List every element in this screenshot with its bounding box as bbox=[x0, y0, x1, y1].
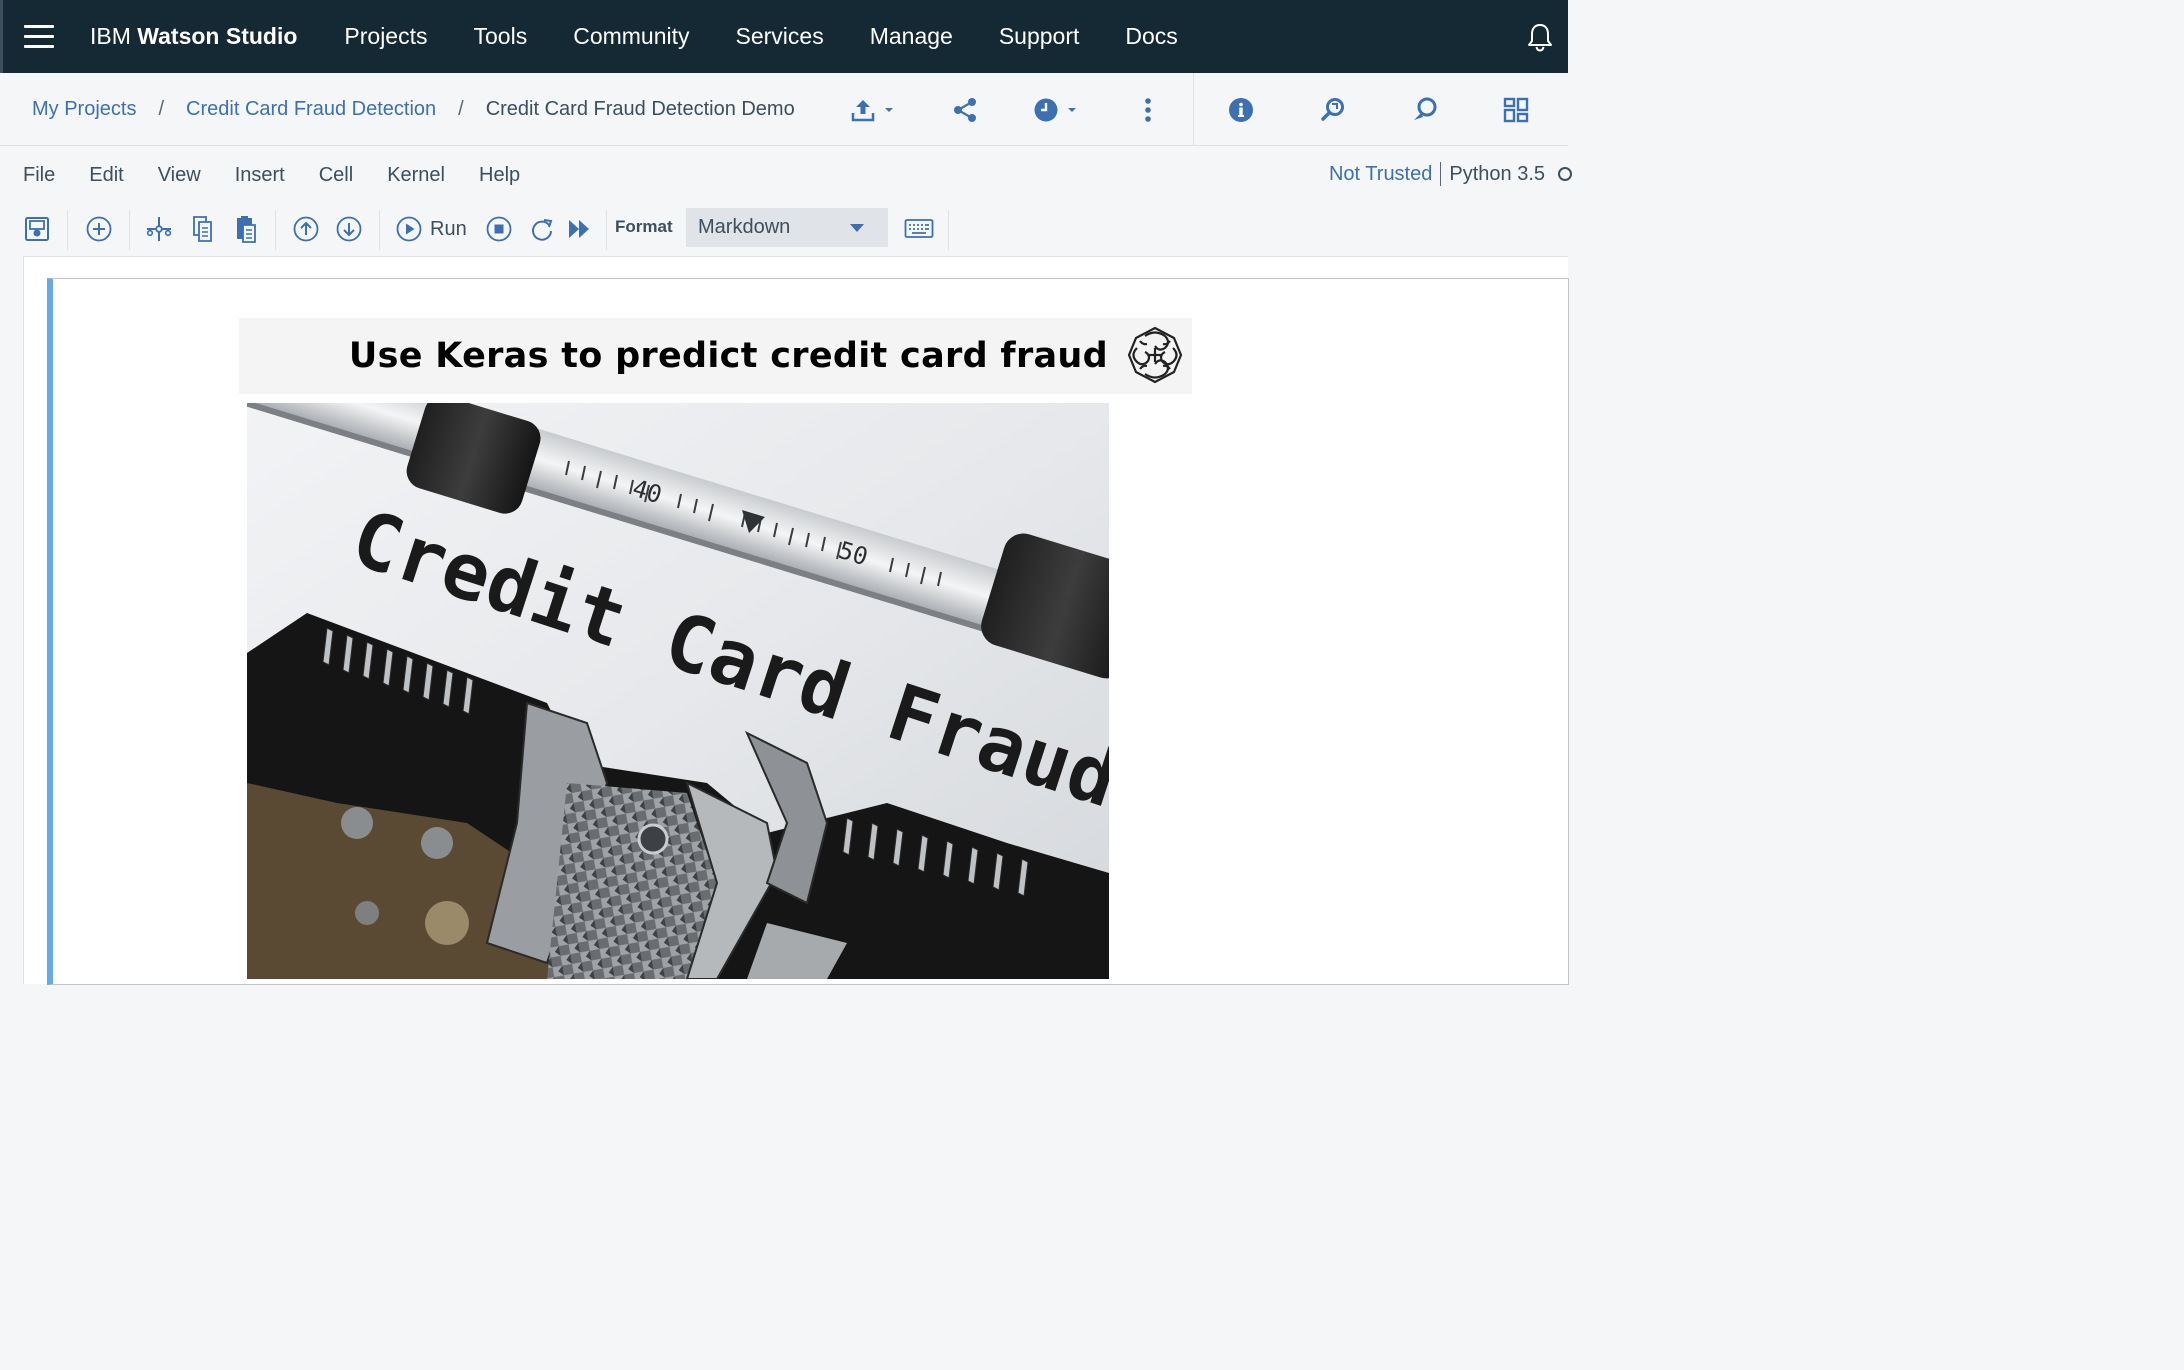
nav-projects[interactable]: Projects bbox=[321, 23, 450, 50]
main-nav-links: Projects Tools Community Services Manage… bbox=[321, 23, 1200, 50]
upload-icon bbox=[851, 100, 875, 122]
notebook-area: Use Keras to predict credit card fraud 4… bbox=[23, 256, 1569, 985]
chevron-down-icon bbox=[885, 108, 893, 112]
nav-support[interactable]: Support bbox=[976, 23, 1103, 50]
share-icon bbox=[954, 98, 976, 122]
restart-kernel-button[interactable] bbox=[527, 212, 557, 246]
breadcrumb-separator: / bbox=[158, 97, 165, 120]
brand-bold: Watson Studio bbox=[137, 23, 298, 49]
more-options-button[interactable] bbox=[1140, 95, 1156, 125]
data-panel-icon bbox=[1503, 97, 1529, 123]
menu-cell[interactable]: Cell bbox=[319, 164, 353, 187]
version-history-button[interactable] bbox=[1033, 95, 1079, 125]
divider bbox=[1440, 162, 1442, 186]
copy-icon bbox=[193, 216, 212, 242]
nav-community[interactable]: Community bbox=[550, 23, 712, 50]
data-panel-button[interactable] bbox=[1503, 95, 1529, 125]
markdown-cell[interactable]: Use Keras to predict credit card fraud 4… bbox=[47, 278, 1569, 985]
upload-button[interactable] bbox=[850, 95, 896, 125]
top-navigation-bar: IBM Watson Studio Projects Tools Communi… bbox=[0, 0, 1568, 73]
keyboard-shortcuts-button[interactable] bbox=[902, 212, 936, 246]
menu-kernel[interactable]: Kernel bbox=[387, 164, 445, 187]
nav-services[interactable]: Services bbox=[713, 23, 847, 50]
divider bbox=[129, 210, 130, 250]
divider bbox=[948, 210, 949, 250]
menu-edit[interactable]: Edit bbox=[89, 164, 123, 187]
brand-title[interactable]: IBM Watson Studio bbox=[90, 23, 297, 50]
trust-indicator[interactable]: Not Trusted bbox=[1329, 163, 1432, 186]
cell-type-select[interactable]: Markdown bbox=[686, 208, 888, 247]
bell-icon[interactable] bbox=[1526, 22, 1554, 52]
copy-button[interactable] bbox=[188, 212, 218, 246]
run-label: Run bbox=[430, 217, 467, 240]
divider bbox=[275, 210, 276, 250]
add-cell-icon bbox=[86, 216, 112, 242]
info-button[interactable] bbox=[1228, 95, 1254, 125]
interrupt-kernel-button[interactable] bbox=[484, 212, 514, 246]
keyboard-icon bbox=[904, 219, 934, 238]
credit-card-fraud-image: 40 50 Credit Card Fraud bbox=[247, 403, 1109, 979]
run-all-button[interactable] bbox=[564, 212, 594, 246]
notebook-toolbar: Run Format Markdown bbox=[0, 204, 1568, 254]
share-button[interactable] bbox=[952, 95, 978, 125]
breadcrumb-separator: / bbox=[458, 97, 464, 120]
info-icon bbox=[1229, 98, 1253, 122]
divider bbox=[67, 210, 68, 250]
divider bbox=[1193, 73, 1194, 146]
menu-view[interactable]: View bbox=[158, 164, 201, 187]
brand-prefix: IBM bbox=[90, 23, 131, 49]
chat-icon bbox=[1414, 97, 1437, 120]
chevron-down-icon bbox=[850, 224, 864, 232]
paste-button[interactable] bbox=[231, 212, 261, 246]
breadcrumb-notebook: Credit Card Fraud Detection Demo bbox=[485, 97, 795, 120]
paste-icon bbox=[237, 216, 256, 243]
run-button[interactable]: Run bbox=[396, 212, 474, 246]
cell-header: Use Keras to predict credit card fraud bbox=[239, 318, 1192, 394]
kernel-name: Python 3.5 bbox=[1449, 162, 1545, 185]
breadcrumb: My Projects / Credit Card Fraud Detectio… bbox=[32, 98, 795, 121]
menu-icon[interactable] bbox=[24, 19, 60, 55]
nav-docs[interactable]: Docs bbox=[1102, 23, 1200, 50]
more-vertical-icon bbox=[1145, 98, 1151, 122]
nav-manage[interactable]: Manage bbox=[847, 23, 976, 50]
divider bbox=[606, 210, 607, 250]
clock-icon bbox=[1034, 98, 1058, 122]
brain-logo-icon bbox=[1127, 326, 1183, 384]
breadcrumb-my-projects[interactable]: My Projects bbox=[32, 98, 136, 121]
find-replace-icon bbox=[1321, 98, 1344, 121]
save-icon bbox=[25, 217, 49, 241]
menu-help[interactable]: Help bbox=[479, 164, 520, 187]
chevron-down-icon bbox=[1068, 108, 1076, 112]
insert-cell-button[interactable] bbox=[84, 212, 114, 246]
stop-icon bbox=[486, 216, 512, 242]
comments-button[interactable] bbox=[1411, 95, 1439, 125]
cell-type-value: Markdown bbox=[698, 216, 791, 238]
divider bbox=[379, 210, 380, 250]
breadcrumb-bar: My Projects / Credit Card Fraud Detectio… bbox=[0, 73, 1568, 146]
breadcrumb-project[interactable]: Credit Card Fraud Detection bbox=[186, 98, 436, 121]
save-button[interactable] bbox=[22, 212, 52, 246]
move-up-icon bbox=[293, 216, 319, 242]
move-cell-down-button[interactable] bbox=[334, 212, 364, 246]
kernel-idle-icon bbox=[1558, 167, 1572, 181]
move-cell-up-button[interactable] bbox=[291, 212, 321, 246]
move-down-icon bbox=[336, 216, 362, 242]
nav-tools[interactable]: Tools bbox=[451, 23, 551, 50]
kernel-status: Not Trusted Python 3.5 bbox=[1329, 162, 1572, 186]
cut-icon bbox=[146, 217, 172, 241]
restart-icon bbox=[532, 219, 553, 241]
fast-forward-icon bbox=[569, 220, 589, 238]
cut-button[interactable] bbox=[144, 212, 174, 246]
cell-title: Use Keras to predict credit card fraud bbox=[348, 336, 1108, 376]
find-replace-button[interactable] bbox=[1319, 95, 1347, 125]
menu-file[interactable]: File bbox=[23, 164, 55, 187]
run-icon bbox=[396, 216, 422, 242]
menu-list: File Edit View Insert Cell Kernel Help bbox=[23, 164, 554, 187]
format-label: Format bbox=[615, 217, 673, 236]
menu-insert[interactable]: Insert bbox=[235, 164, 285, 187]
